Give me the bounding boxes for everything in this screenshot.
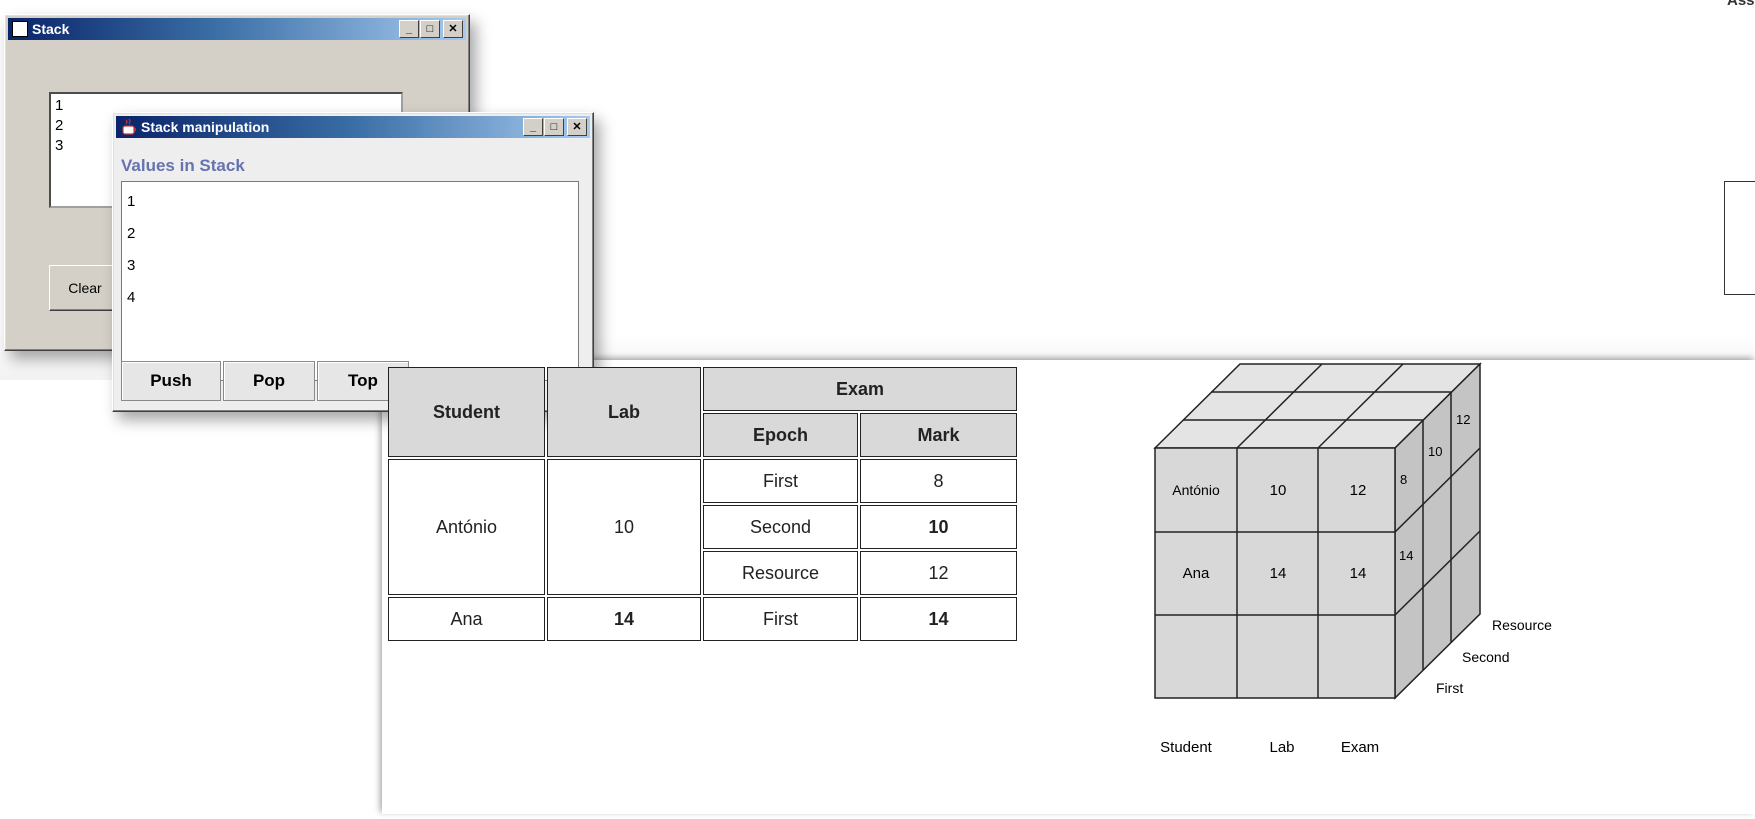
header-lab: Lab	[547, 367, 701, 457]
header-exam: Exam	[703, 367, 1017, 411]
maximize-button[interactable]: □	[420, 20, 440, 38]
button-row: Push Pop Top	[121, 361, 411, 403]
marks-table: Student Lab Exam Epoch Mark António 10 F…	[386, 365, 1019, 643]
table-cell-mark: 8	[860, 459, 1017, 503]
table-cell-epoch: First	[703, 459, 858, 503]
axis-label-exam: Exam	[1341, 739, 1379, 756]
stack-window-titlebar[interactable]: Stack _ □ ✕	[8, 18, 466, 40]
header-student: Student	[388, 367, 545, 457]
manip-window-titlebar[interactable]: Stack manipulation _ □ ✕	[116, 116, 590, 138]
maximize-button[interactable]: □	[544, 118, 564, 136]
cube-cell-label: 12	[1350, 482, 1367, 499]
depth-label-first: First	[1436, 680, 1463, 696]
push-button[interactable]: Push	[121, 361, 221, 401]
axis-label-student: Student	[1160, 739, 1213, 756]
cube-cell-label: Ana	[1183, 565, 1210, 582]
close-button[interactable]: ✕	[567, 118, 587, 136]
axis-label-lab: Lab	[1269, 739, 1294, 756]
pop-button[interactable]: Pop	[223, 361, 315, 401]
form-icon	[12, 21, 28, 37]
depth-label-second: Second	[1462, 649, 1509, 665]
cube-side-label: 12	[1456, 412, 1470, 427]
table-cell-student: António	[388, 459, 545, 595]
list-item[interactable]: 1	[127, 186, 573, 218]
header-epoch: Epoch	[703, 413, 858, 457]
manip-window-title: Stack manipulation	[141, 119, 270, 135]
depth-label-resource: Resource	[1492, 617, 1552, 633]
values-label: Values in Stack	[121, 156, 245, 175]
minimize-button[interactable]: _	[399, 20, 419, 38]
cube-cell-label: 14	[1350, 565, 1367, 582]
cube-side-label: 10	[1428, 444, 1442, 459]
table-cell-epoch: Resource	[703, 551, 858, 595]
list-item[interactable]: 2	[127, 218, 573, 250]
cube-side-label: 14	[1399, 548, 1413, 563]
cube-cell-label: 10	[1270, 482, 1287, 499]
header-mark: Mark	[860, 413, 1017, 457]
table-cell-student: Ana	[388, 597, 545, 641]
table-cell-lab: 10	[547, 459, 701, 595]
table-cell-lab: 14	[547, 597, 701, 641]
table-cell-mark: 12	[860, 551, 1017, 595]
java-cup-icon	[120, 118, 138, 136]
clear-button[interactable]: Clear	[49, 265, 121, 311]
page-edge-box	[1724, 181, 1755, 295]
table-cell-mark: 10	[860, 505, 1017, 549]
table-cell-epoch: Second	[703, 505, 858, 549]
data-cube-diagram: António 10 12 Ana 14 14 8 10 12 14 First…	[1140, 360, 1755, 814]
list-item[interactable]: 4	[127, 282, 573, 314]
cube-side-label: 8	[1400, 472, 1407, 487]
table-cell-epoch: First	[703, 597, 858, 641]
minimize-button[interactable]: _	[523, 118, 543, 136]
list-item[interactable]: 3	[127, 250, 573, 282]
page-corner-text: Ass	[1727, 0, 1755, 9]
cube-cell-label: António	[1172, 482, 1220, 498]
cube-cell-label: 14	[1270, 565, 1287, 582]
close-button[interactable]: ✕	[443, 20, 463, 38]
stack-window-title: Stack	[32, 21, 70, 37]
table-cell-mark: 14	[860, 597, 1017, 641]
values-list[interactable]: 1 2 3 4	[121, 181, 579, 381]
